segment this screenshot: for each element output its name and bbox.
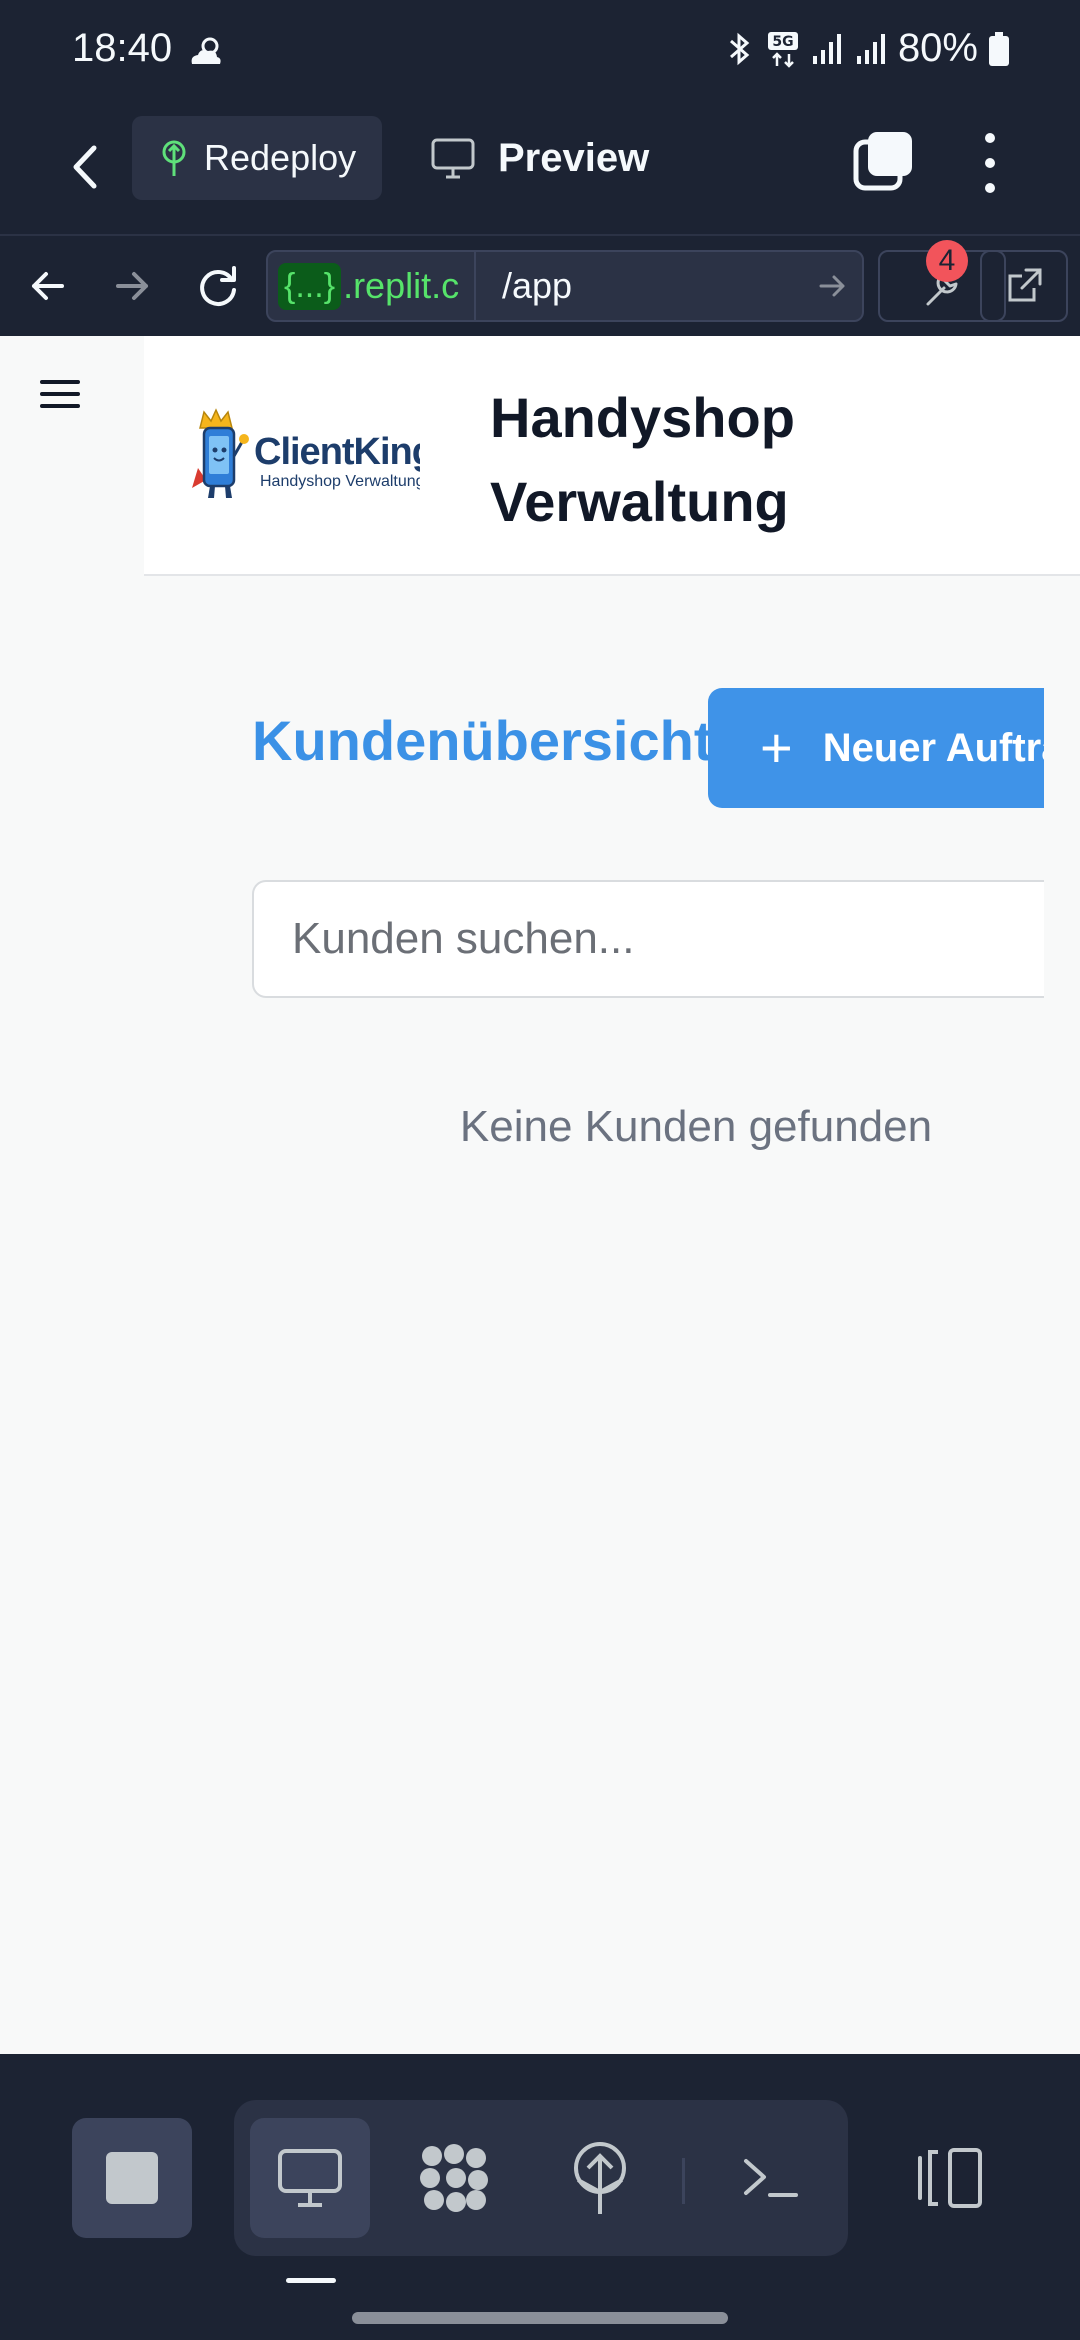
svg-text:5G: 5G <box>772 34 793 50</box>
status-time: 18:40 <box>72 26 173 70</box>
tabs-icon[interactable] <box>852 130 914 192</box>
signal-icon <box>812 33 841 64</box>
tool-deployments[interactable] <box>540 2118 660 2238</box>
split-view-button[interactable] <box>900 2118 1000 2238</box>
monitor-icon <box>278 2149 342 2207</box>
bluetooth-icon <box>729 32 750 65</box>
deploy-icon <box>162 140 186 176</box>
open-external-button[interactable] <box>980 250 1068 322</box>
battery-icon <box>989 31 1009 66</box>
cloud-sun-icon <box>191 37 221 64</box>
active-tab-indicator <box>286 2278 336 2283</box>
tool-separator <box>682 2158 685 2204</box>
stop-icon <box>106 2152 158 2204</box>
url-host-badge: {...} <box>278 262 342 310</box>
stop-button[interactable] <box>72 2118 192 2238</box>
panels-icon <box>918 2148 982 2208</box>
content: Kundenübersicht + Neuer Auftrag Keine Ku… <box>0 336 1080 2054</box>
tool-preview[interactable] <box>250 2118 370 2238</box>
redeploy-label: Redeploy <box>204 137 357 178</box>
app-viewport: ClientKing Handyshop Verwaltung Handysho… <box>0 336 1080 2054</box>
empty-state-message: Keine Kunden gefunden <box>459 1102 933 1151</box>
agent-icon <box>420 2144 488 2212</box>
notification-badge: 4 <box>926 240 968 282</box>
customer-search-input[interactable] <box>252 880 1080 998</box>
nav-forward-icon[interactable] <box>104 258 160 314</box>
url-go-button[interactable] <box>802 252 862 320</box>
new-order-label: Neuer Auftrag <box>822 725 1080 770</box>
plus-icon: + <box>760 716 793 779</box>
redeploy-button[interactable]: Redeploy <box>132 116 382 200</box>
refresh-icon[interactable] <box>190 258 246 314</box>
viewport-clip <box>1044 576 1080 2054</box>
url-host: {...} .replit.c <box>268 252 476 320</box>
home-indicator[interactable] <box>352 2312 728 2324</box>
tool-shell[interactable] <box>710 2118 830 2238</box>
url-domain: .replit.c <box>343 265 460 306</box>
status-bar: 18:40 5G 80% <box>0 0 1080 108</box>
deploy-icon <box>574 2142 626 2214</box>
back-arrow-icon[interactable] <box>58 132 114 202</box>
preview-tab[interactable]: Preview <box>430 116 649 200</box>
new-order-button[interactable]: + Neuer Auftrag <box>708 688 1080 808</box>
url-field[interactable]: {...} .replit.c /app <box>266 250 864 322</box>
tool-group <box>234 2100 848 2256</box>
url-bar: {...} .replit.c /app 4 <box>0 236 1080 336</box>
terminal-icon <box>744 2159 798 2197</box>
url-path[interactable]: /app <box>476 265 802 307</box>
nav-back-icon[interactable] <box>20 258 76 314</box>
battery-percent: 80% <box>897 26 978 70</box>
tool-agent[interactable] <box>394 2118 514 2238</box>
signal-icon <box>856 33 885 64</box>
5g-icon: 5G <box>767 31 798 68</box>
more-vertical-icon[interactable] <box>972 128 1008 198</box>
replit-toolbar <box>0 2054 1080 2340</box>
replit-header: Redeploy Preview <box>0 108 1080 236</box>
external-link-icon <box>1008 268 1042 302</box>
arrow-right-icon <box>819 275 845 297</box>
preview-label: Preview <box>498 135 650 180</box>
monitor-icon <box>431 138 475 179</box>
page-title: Kundenübersicht <box>252 709 713 772</box>
